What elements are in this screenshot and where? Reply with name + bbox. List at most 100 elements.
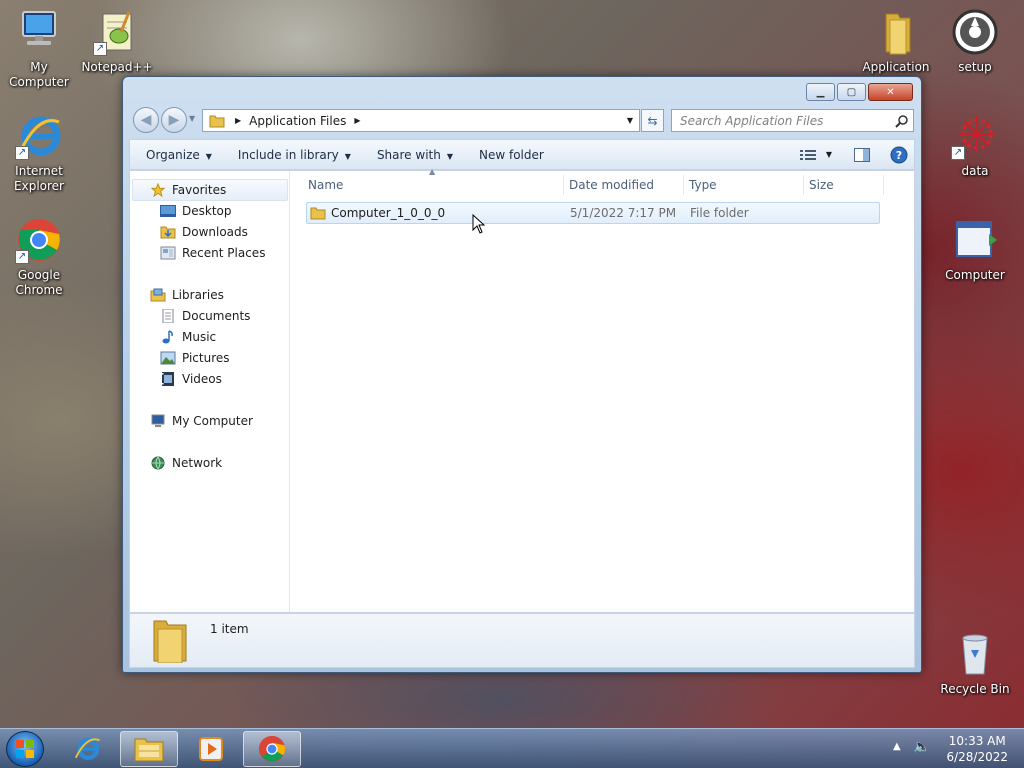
column-header-size[interactable]: Size <box>803 175 884 195</box>
organize-button[interactable]: Organize ▼ <box>130 148 222 162</box>
desktop-icon-recycle-bin[interactable]: Recycle Bin <box>936 630 1014 697</box>
taskbar: ▲ 🔈 10:33 AM 6/28/2022 <box>0 728 1024 768</box>
data-icon: ↗ <box>951 112 999 160</box>
nav-downloads[interactable]: Downloads <box>160 222 248 242</box>
explorer-window: ▁ ▢ ✕ ◀ ▶ ▼ ▶ Application Files ▶ ▼ ⇆ Se… <box>122 76 922 673</box>
share-with-button[interactable]: Share with ▼ <box>361 148 463 162</box>
nav-my-computer-label: My Computer <box>172 414 253 428</box>
computer-icon <box>151 414 165 427</box>
documents-icon <box>162 309 174 323</box>
recent-pages-dropdown[interactable]: ▼ <box>189 114 195 123</box>
chevron-down-icon: ▼ <box>446 151 453 161</box>
taskbar-windows-explorer[interactable] <box>120 731 178 767</box>
nav-documents[interactable]: Documents <box>160 306 250 326</box>
nav-pictures[interactable]: Pictures <box>160 348 230 368</box>
taskbar-media-player[interactable] <box>182 731 240 767</box>
breadcrumb-separator-icon[interactable]: ▶ <box>354 116 360 125</box>
desktop-icon-setup[interactable]: setup <box>936 8 1014 75</box>
column-header-type[interactable]: Type <box>683 175 804 195</box>
desktop-icon-my-computer[interactable]: My Computer <box>0 8 78 90</box>
nav-network[interactable]: Network <box>150 453 222 473</box>
file-name[interactable]: Computer_1_0_0_0 <box>331 206 445 220</box>
nav-recent-places[interactable]: Recent Places <box>160 243 265 263</box>
maximize-button[interactable]: ▢ <box>837 83 866 101</box>
new-folder-button[interactable]: New folder <box>463 148 554 162</box>
view-details-icon <box>799 149 816 160</box>
desktop-icon-label: Internet Explorer <box>14 164 64 193</box>
file-row[interactable]: Computer_1_0_0_0 5/1/2022 7:17 PM File f… <box>306 202 880 224</box>
chevron-down-icon: ▼ <box>825 150 832 159</box>
folder-icon <box>209 115 225 127</box>
folder-icon <box>310 207 326 220</box>
desktop-icon <box>160 205 176 217</box>
libraries-icon <box>150 288 166 302</box>
preview-pane-icon <box>854 147 870 162</box>
close-button[interactable]: ✕ <box>868 83 913 101</box>
column-header-name[interactable]: Name <box>302 175 564 195</box>
notepadpp-icon: ↗ <box>93 8 141 56</box>
nav-favorites[interactable]: Favorites <box>150 180 226 200</box>
desktop-icon-computer[interactable]: Computer <box>936 216 1014 283</box>
navigation-bar: ◀ ▶ ▼ ▶ Application Files ▶ ▼ ⇆ Search A… <box>131 107 914 135</box>
column-header-date-modified[interactable]: Date modified <box>563 175 684 195</box>
change-view-button[interactable]: ▼ <box>799 149 832 161</box>
include-in-library-button[interactable]: Include in library ▼ <box>222 148 361 162</box>
volume-icon[interactable]: 🔈 <box>913 739 930 755</box>
nav-libraries[interactable]: Libraries <box>150 285 224 305</box>
breadcrumb-item[interactable]: Application Files <box>249 114 346 128</box>
internet-explorer-icon <box>74 738 100 760</box>
folder-icon <box>872 8 920 56</box>
desktop-icon-label: My Computer <box>9 60 69 89</box>
taskbar-internet-explorer[interactable] <box>58 731 116 767</box>
desktop-icon-google-chrome[interactable]: ↗ Google Chrome <box>0 216 78 298</box>
back-button[interactable]: ◀ <box>133 107 159 133</box>
desktop-icon-label: setup <box>958 60 992 74</box>
desktop-icon-data[interactable]: ↗ data <box>936 112 1014 179</box>
details-pane: 1 item <box>129 613 915 668</box>
recycle-bin-icon <box>951 630 999 678</box>
shortcut-arrow-icon: ↗ <box>951 146 965 160</box>
start-button[interactable] <box>6 731 44 767</box>
internet-explorer-icon: ↗ <box>15 112 63 160</box>
help-icon: ? <box>890 146 908 163</box>
clock-time: 10:33 AM <box>948 734 1006 748</box>
chrome-icon <box>258 735 286 763</box>
desktop-icon-label: Google Chrome <box>15 268 63 297</box>
search-icon <box>895 114 908 128</box>
nav-music-label: Music <box>182 330 217 344</box>
desktop-icon-notepadpp[interactable]: ↗ Notepad++ <box>78 8 156 75</box>
minimize-button[interactable]: ▁ <box>806 83 835 101</box>
refresh-icon: ⇆ <box>647 113 658 128</box>
navigation-pane: Favorites Desktop Downloads Recent Place… <box>130 171 290 612</box>
forward-button[interactable]: ▶ <box>161 107 187 133</box>
command-bar: Organize ▼ Include in library ▼ Share with… <box>129 139 915 170</box>
organize-label: Organize <box>146 147 200 162</box>
nav-documents-label: Documents <box>182 309 251 323</box>
nav-my-computer[interactable]: My Computer <box>150 411 253 431</box>
desktop-icon-label: data <box>961 164 989 178</box>
nav-desktop[interactable]: Desktop <box>160 201 232 221</box>
help-button[interactable]: ? <box>890 146 908 164</box>
nav-favorites-label: Favorites <box>172 183 227 197</box>
refresh-button[interactable]: ⇆ <box>641 109 664 132</box>
preview-pane-button[interactable] <box>854 147 870 162</box>
share-with-label: Share with <box>376 147 441 162</box>
computer-app-icon <box>951 216 999 264</box>
taskbar-google-chrome[interactable] <box>243 731 301 767</box>
desktop-icon-internet-explorer[interactable]: ↗ Internet Explorer <box>0 112 78 194</box>
nav-videos[interactable]: Videos <box>160 369 222 389</box>
address-history-dropdown[interactable]: ▼ <box>627 116 633 125</box>
nav-music[interactable]: Music <box>160 327 216 347</box>
show-hidden-icons-button[interactable]: ▲ <box>893 741 901 752</box>
system-clock[interactable]: 10:33 AM 6/28/2022 <box>946 733 1008 765</box>
chrome-icon: ↗ <box>15 216 63 264</box>
address-bar[interactable]: ▶ Application Files ▶ ▼ <box>202 109 640 132</box>
pictures-icon <box>160 351 176 365</box>
search-input[interactable]: Search Application Files <box>671 109 914 132</box>
desktop-icon-label: Computer <box>945 268 1005 282</box>
desktop-icon-label: Notepad++ <box>81 60 153 74</box>
breadcrumb-separator-icon[interactable]: ▶ <box>235 116 241 125</box>
file-list: ▲ Name Date modified Type Size Computer_… <box>290 167 914 612</box>
desktop-icon-application[interactable]: Application <box>857 8 935 75</box>
chevron-down-icon: ▼ <box>344 151 351 161</box>
